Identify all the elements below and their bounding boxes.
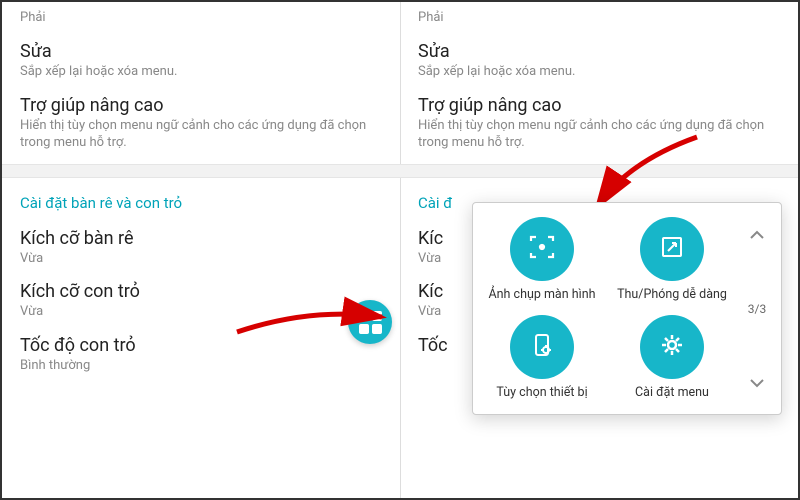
setting-title: Sửa [20,41,382,62]
popup-item-device-options[interactable]: Tùy chọn thiết bị [477,309,607,407]
setting-value: Vừa [20,251,382,268]
setting-title: Kích cỡ bàn rê [20,228,382,249]
popup-item-menu-settings[interactable]: Cài đặt menu [607,309,737,407]
popup-pager: 3/3 [737,211,777,406]
setting-edit[interactable]: Sửa Sắp xếp lại hoặc xóa menu. [400,33,798,87]
setting-desc: Hiển thị tùy chọn menu ngữ cảnh cho các … [418,118,780,152]
setting-pointer-speed[interactable]: Tốc độ con trỏ Bình thường [2,327,400,381]
section-divider [2,164,400,178]
section-divider [400,164,798,178]
section-header-touchpad: Cài đặt bàn rê và con trỏ [2,184,400,220]
popup-item-screenshot[interactable]: Ảnh chụp màn hình [477,211,607,309]
assistive-menu-popup: Ảnh chụp màn hình Thu/Phóng dễ dàng 3/3 … [472,202,782,415]
setting-row[interactable]: Phải [400,2,798,33]
popup-item-zoom[interactable]: Thu/Phóng dễ dàng [607,211,737,309]
setting-value: Phải [20,10,382,27]
device-options-icon [528,331,556,363]
setting-value: Bình thường [20,358,382,375]
setting-pad-size[interactable]: Kích cỡ bàn rê Vừa [2,220,400,274]
pager-text: 3/3 [748,302,766,316]
setting-title: Trợ giúp nâng cao [20,95,382,116]
zoom-icon [658,233,686,265]
settings-panel-left: Phải Sửa Sắp xếp lại hoặc xóa menu. Trợ … [2,2,400,498]
grid-icon [359,311,382,334]
setting-value: Phải [418,10,780,27]
chevron-up-icon[interactable] [749,225,765,244]
popup-label: Thu/Phóng dễ dàng [617,287,727,303]
setting-pointer-size[interactable]: Kích cỡ con trỏ Vừa [2,273,400,327]
setting-title: Tốc độ con trỏ [20,335,382,356]
setting-desc: Hiển thị tùy chọn menu ngữ cảnh cho các … [20,118,382,152]
popup-label: Cài đặt menu [635,385,709,401]
setting-title: Sửa [418,41,780,62]
settings-icon [658,331,686,363]
setting-advanced-help[interactable]: Trợ giúp nâng cao Hiển thị tùy chọn menu… [400,87,798,158]
setting-value: Vừa [20,304,382,321]
setting-advanced-help[interactable]: Trợ giúp nâng cao Hiển thị tùy chọn menu… [2,87,400,158]
setting-title: Trợ giúp nâng cao [418,95,780,116]
setting-title: Kích cỡ con trỏ [20,281,382,302]
setting-desc: Sắp xếp lại hoặc xóa menu. [418,64,780,81]
screenshot-icon [527,232,557,266]
popup-label: Ảnh chụp màn hình [488,287,595,303]
setting-desc: Sắp xếp lại hoặc xóa menu. [20,64,382,81]
setting-edit[interactable]: Sửa Sắp xếp lại hoặc xóa menu. [2,33,400,87]
chevron-down-icon[interactable] [749,373,765,392]
setting-row[interactable]: Phải [2,2,400,33]
popup-label: Tùy chọn thiết bị [496,385,587,401]
assistive-menu-fab[interactable] [348,300,392,344]
